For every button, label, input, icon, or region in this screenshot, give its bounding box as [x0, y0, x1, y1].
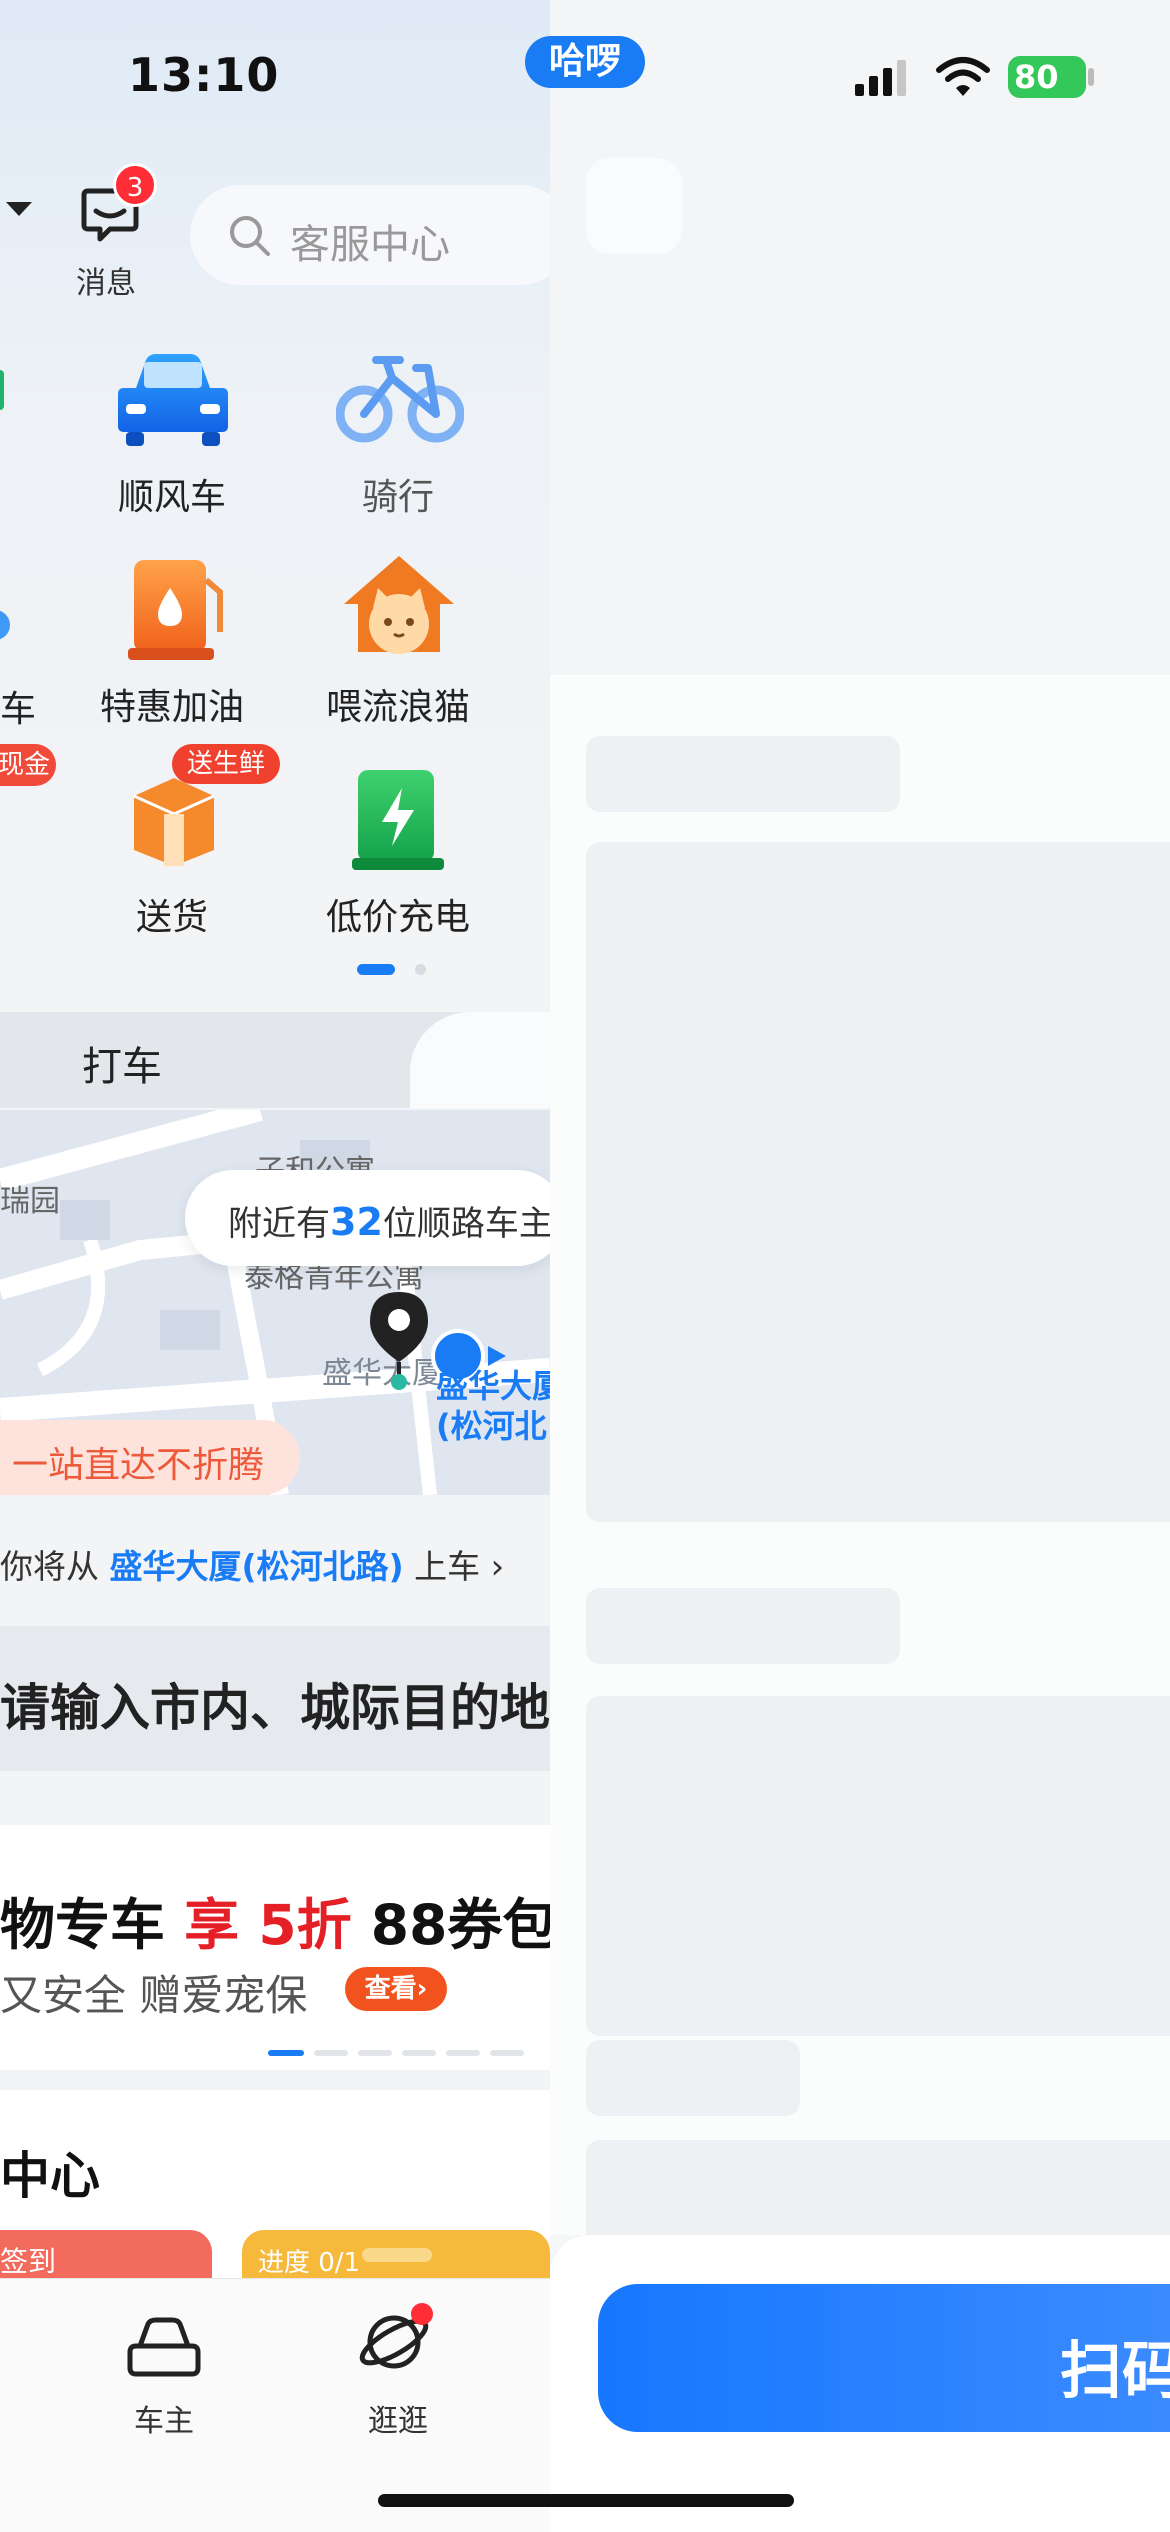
page-indicator-active [357, 964, 395, 975]
service-label[interactable]: 送货 [62, 888, 282, 940]
service-label[interactable]: 低价充电 [288, 888, 508, 940]
battery-cap [1088, 68, 1094, 86]
destination-placeholder: 请输入市内、城际目的地 [0, 1679, 550, 1737]
map-destination-label: 盛华大厦 (松河北 [436, 1367, 550, 1445]
checkin-label: 签到 [0, 2245, 57, 2278]
home-indicator[interactable] [378, 2494, 794, 2507]
car-icon[interactable] [114, 348, 232, 448]
status-time: 13:10 [128, 48, 280, 102]
banner-indicator [446, 2050, 480, 2056]
tab-explore[interactable]: 逛逛 [328, 2396, 468, 2440]
progress-bar [362, 2248, 432, 2262]
message-badge: 3 [113, 163, 157, 207]
battery-level: 80 [1014, 58, 1059, 96]
search-icon [230, 216, 270, 256]
tab-owner[interactable]: 车主 [94, 2396, 234, 2440]
fuel-icon[interactable] [126, 556, 226, 662]
view-button[interactable]: 查看› [345, 1967, 447, 2011]
search-placeholder: 客服中心 [290, 222, 450, 268]
car-outline-icon[interactable] [126, 2316, 202, 2380]
service-label[interactable]: 骑行 [288, 468, 508, 520]
progress-label: 进度 0/1 [258, 2248, 361, 2278]
banner-indicator [402, 2050, 436, 2056]
banner-indicator [314, 2050, 348, 2056]
tab-next[interactable] [410, 1012, 550, 1108]
cellular-signal-icon [855, 60, 906, 96]
page-indicator [415, 964, 426, 975]
banner-indicator-active [268, 2050, 304, 2056]
charging-icon[interactable] [350, 766, 450, 872]
wifi-icon [936, 57, 990, 96]
section-title: 中心 [0, 2147, 100, 2205]
app-pill: 哈啰 [525, 36, 645, 88]
tab-taxi[interactable]: 打车 [82, 1034, 162, 1092]
skeleton-header [550, 0, 1170, 675]
service-label[interactable]: 喂流浪猫 [288, 678, 508, 730]
partial-service-icon [0, 610, 10, 640]
skeleton-line [586, 736, 900, 812]
banner-title: 物专车 享 5折 88券包 [0, 1893, 550, 1957]
banner-indicator [490, 2050, 524, 2056]
skeleton-line [586, 2040, 800, 2116]
skeleton-avatar [586, 158, 682, 254]
fresh-tag: 送生鲜 [172, 744, 280, 784]
pickup-location[interactable]: 你将从 盛华大厦(松河北路) 上车 › [0, 1540, 504, 1588]
banner-indicator [358, 2050, 392, 2056]
location-pin-icon [370, 1292, 428, 1390]
skeleton-card [586, 1696, 1170, 2036]
loading-panel [550, 0, 1170, 2532]
cash-tag: 现金 [0, 744, 56, 786]
partial-service-icon [0, 370, 4, 410]
home-panel: 13:10 3 消息 客服中心 顺风车 骑行 车 特惠加油 喂流浪猫 现金 送生… [0, 0, 550, 2532]
map-label: 瑞园 [0, 1184, 60, 1219]
promo-tag-text: 一站直达不折腾 [12, 1445, 265, 1486]
service-label[interactable]: 特惠加油 [62, 678, 282, 730]
message-label[interactable]: 消息 [76, 258, 136, 302]
service-label[interactable]: 车 [0, 680, 36, 732]
scan-button-label: 扫码 [1060, 2334, 1170, 2407]
skeleton-line [586, 1588, 900, 1664]
planet-icon[interactable] [356, 2300, 440, 2380]
nearby-drivers-text: 附近有32位顺路车主 [228, 1200, 550, 1244]
chevron-down-icon[interactable] [4, 200, 34, 220]
banner-subtitle: 又安全 赠爱宠保 [0, 1971, 308, 2020]
skeleton-card [586, 842, 1170, 1522]
cat-house-icon[interactable] [340, 552, 458, 662]
bike-icon[interactable] [336, 348, 464, 448]
package-icon[interactable] [124, 770, 224, 870]
service-label[interactable]: 顺风车 [62, 468, 282, 520]
